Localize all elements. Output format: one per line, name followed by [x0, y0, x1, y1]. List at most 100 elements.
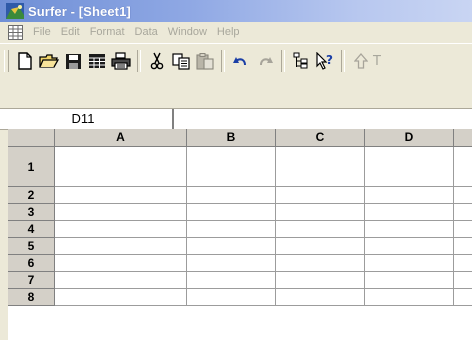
toolbar-truncated-label: T [373, 53, 381, 69]
sheet-cell[interactable] [187, 238, 276, 255]
context-help-icon: ? [316, 52, 333, 70]
row-header-8[interactable]: 8 [8, 289, 55, 306]
sheet-cell[interactable] [365, 204, 454, 221]
new-document-icon [18, 52, 32, 70]
svg-text:?: ? [326, 53, 333, 67]
sheet-cell[interactable] [454, 147, 472, 187]
sheet-cell[interactable] [276, 221, 365, 238]
cell-reference: D11 [71, 111, 95, 126]
menu-edit[interactable]: Edit [56, 22, 85, 43]
sheet-cell[interactable] [365, 272, 454, 289]
sheet-cell[interactable] [454, 221, 472, 238]
menu-format[interactable]: Format [85, 22, 130, 43]
move-up-button[interactable] [350, 50, 372, 72]
redo-button[interactable] [254, 50, 276, 72]
column-header-d[interactable]: D [365, 129, 454, 147]
sheet-cell[interactable] [55, 204, 187, 221]
column-header-next[interactable] [454, 129, 472, 147]
sheet-cell[interactable] [55, 187, 187, 204]
sheet-cell[interactable] [187, 221, 276, 238]
object-manager-icon [293, 52, 308, 69]
sheet-cell[interactable] [55, 289, 187, 306]
sheet-cell[interactable] [454, 204, 472, 221]
window-title: Surfer - [Sheet1] [28, 3, 131, 19]
toolbar-separator [221, 50, 225, 72]
sheet-cell[interactable] [454, 255, 472, 272]
column-header-c[interactable]: C [276, 129, 365, 147]
row-header-5[interactable]: 5 [8, 238, 55, 255]
paste-icon [196, 52, 214, 70]
open-button[interactable] [38, 50, 60, 72]
cut-scissors-icon [150, 52, 164, 70]
sheet-cell[interactable] [187, 147, 276, 187]
up-arrow-icon [354, 53, 368, 69]
sheet-cell[interactable] [55, 255, 187, 272]
sheet-cell[interactable] [55, 272, 187, 289]
sheet-cell[interactable] [187, 272, 276, 289]
row-header-3[interactable]: 3 [8, 204, 55, 221]
open-folder-icon [39, 54, 59, 68]
sheet-cell[interactable] [276, 238, 365, 255]
worksheet-grid-icon [89, 54, 105, 68]
undo-button[interactable] [230, 50, 252, 72]
menu-window[interactable]: Window [163, 22, 212, 43]
toolbar-grip[interactable] [4, 50, 9, 72]
worksheet-grid[interactable]: A B C D 12345678 [8, 129, 472, 340]
sheet-cell[interactable] [454, 272, 472, 289]
toolbar: ? T [0, 43, 472, 78]
sheet-cell[interactable] [276, 255, 365, 272]
print-icon [111, 52, 131, 70]
sheet-cell[interactable] [55, 238, 187, 255]
surfer-app-icon [6, 3, 24, 19]
cut-button[interactable] [146, 50, 168, 72]
menu-help[interactable]: Help [212, 22, 245, 43]
row-header-7[interactable]: 7 [8, 272, 55, 289]
sheet-cell[interactable] [276, 289, 365, 306]
redo-icon [260, 57, 273, 65]
sheet-cell[interactable] [365, 255, 454, 272]
sheet-cell[interactable] [365, 221, 454, 238]
save-button[interactable] [62, 50, 84, 72]
select-all-corner[interactable] [8, 129, 55, 147]
row-header-2[interactable]: 2 [8, 187, 55, 204]
sheet-cell[interactable] [187, 204, 276, 221]
sheet-cell[interactable] [365, 289, 454, 306]
sheet-cell[interactable] [365, 238, 454, 255]
print-button[interactable] [110, 50, 132, 72]
cell-reference-box[interactable]: D11 [8, 109, 174, 129]
title-bar[interactable]: Surfer - [Sheet1] [0, 0, 472, 22]
sheet-cell[interactable] [276, 147, 365, 187]
menu-data[interactable]: Data [130, 22, 163, 43]
sheet-cell[interactable] [276, 187, 365, 204]
row-header-4[interactable]: 4 [8, 221, 55, 238]
sheet-cell[interactable] [276, 272, 365, 289]
menu-file[interactable]: File [28, 22, 56, 43]
help-button[interactable]: ? [314, 50, 336, 72]
sheet-cell[interactable] [365, 147, 454, 187]
sheet-cell[interactable] [187, 187, 276, 204]
new-button[interactable] [14, 50, 36, 72]
column-header-b[interactable]: B [187, 129, 276, 147]
worksheet-button[interactable] [86, 50, 108, 72]
row-header-6[interactable]: 6 [8, 255, 55, 272]
sheet-cell[interactable] [454, 289, 472, 306]
surfer-window: Surfer - [Sheet1] File Edit Format Data … [0, 0, 472, 340]
sheet-doc-icon[interactable] [8, 25, 23, 40]
column-header-a[interactable]: A [55, 129, 187, 147]
copy-button[interactable] [170, 50, 192, 72]
toolbar-separator [341, 50, 345, 72]
sheet-cell[interactable] [454, 238, 472, 255]
paste-button[interactable] [194, 50, 216, 72]
object-manager-button[interactable] [290, 50, 312, 72]
sheet-cell[interactable] [365, 187, 454, 204]
row-header-1[interactable]: 1 [8, 147, 55, 187]
toolbar-separator [137, 50, 141, 72]
sheet-cell[interactable] [55, 147, 187, 187]
formula-bar: D11 [0, 108, 472, 130]
toolbar-separator [281, 50, 285, 72]
sheet-cell[interactable] [187, 255, 276, 272]
sheet-cell[interactable] [187, 289, 276, 306]
sheet-cell[interactable] [55, 221, 187, 238]
sheet-cell[interactable] [454, 187, 472, 204]
sheet-cell[interactable] [276, 204, 365, 221]
